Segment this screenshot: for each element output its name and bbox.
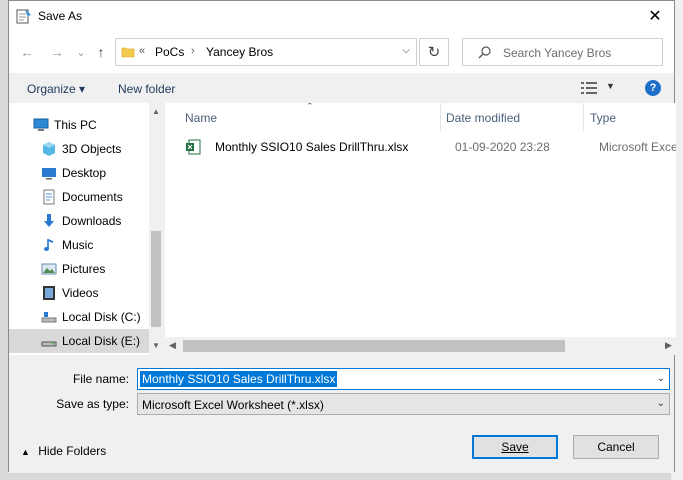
- hide-folders-label: Hide Folders: [38, 444, 107, 458]
- close-button[interactable]: ✕: [636, 1, 674, 31]
- file-row[interactable]: Monthly SSIO10 Sales DrillThru.xlsx 01-0…: [185, 135, 676, 157]
- sidebar-item-videos[interactable]: Videos: [9, 281, 149, 305]
- breadcrumb-separator-icon[interactable]: ›: [191, 45, 195, 57]
- scroll-right-icon[interactable]: ▶: [665, 340, 672, 351]
- save-options-panel: File name: Monthly SSIO10 Sales DrillThr…: [9, 355, 674, 473]
- sidebar-item-label: 3D Objects: [62, 142, 122, 156]
- sidebar-item-label: Documents: [62, 190, 123, 204]
- save-as-app-icon: [16, 9, 31, 24]
- sidebar-item-downloads[interactable]: Downloads: [9, 209, 149, 233]
- close-icon: ✕: [648, 8, 662, 25]
- scrollbar-thumb[interactable]: [183, 340, 565, 352]
- back-arrow-icon[interactable]: ←: [17, 42, 37, 62]
- cancel-button[interactable]: Cancel: [573, 435, 659, 459]
- save-as-type-label: Save as type:: [56, 397, 129, 411]
- file-date-modified: 01-09-2020 23:28: [455, 140, 550, 154]
- title-bar: Save As ✕: [9, 1, 674, 31]
- breadcrumb-yancey-bros[interactable]: Yancey Bros: [206, 45, 273, 59]
- forward-arrow-icon[interactable]: →: [47, 42, 67, 62]
- view-dropdown-icon[interactable]: ▼: [606, 81, 615, 91]
- sidebar-item-local-disk-e[interactable]: Local Disk (E:): [9, 329, 149, 353]
- organize-button[interactable]: Organize ▾: [27, 82, 85, 96]
- save-as-type-dropdown-icon[interactable]: ⌄: [657, 398, 665, 409]
- help-icon[interactable]: ?: [645, 80, 661, 96]
- folder-icon: [121, 47, 135, 58]
- save-as-type-value: Microsoft Excel Worksheet (*.xlsx): [142, 398, 324, 412]
- desktop-icon: [42, 168, 56, 180]
- sidebar-item-pictures[interactable]: Pictures: [9, 257, 149, 281]
- sidebar-item-documents[interactable]: Documents: [9, 185, 149, 209]
- music-icon: [44, 239, 53, 251]
- column-date-modified[interactable]: Date modified: [446, 111, 520, 125]
- column-name[interactable]: Name: [185, 111, 217, 125]
- file-name-dropdown-icon[interactable]: ⌄: [657, 373, 665, 384]
- save-label: Save: [501, 440, 529, 454]
- sidebar-item-local-disk-c[interactable]: Local Disk (C:): [9, 305, 149, 329]
- command-bar: Organize ▾ New folder ▼ ?: [9, 73, 674, 103]
- downloads-icon: [44, 214, 54, 227]
- scroll-up-icon[interactable]: ▲: [149, 107, 163, 116]
- sidebar-item-desktop[interactable]: Desktop: [9, 161, 149, 185]
- new-folder-button[interactable]: New folder: [118, 82, 175, 96]
- sidebar-item-label: Music: [62, 238, 94, 252]
- column-divider[interactable]: [440, 103, 441, 131]
- documents-icon: [43, 189, 55, 205]
- view-options-icon[interactable]: [581, 82, 597, 94]
- sidebar-item-label: Downloads: [62, 214, 122, 228]
- search-icon: [478, 46, 491, 59]
- file-list-pane: ⌃ Name Date modified Type Monthly SSIO10…: [165, 103, 676, 355]
- cancel-label: Cancel: [597, 440, 635, 454]
- chevron-up-icon: ▲: [21, 447, 30, 457]
- breadcrumb-pocs[interactable]: PoCs: [155, 45, 184, 59]
- sidebar-item-label: Desktop: [62, 166, 107, 180]
- address-bar[interactable]: « PoCs › Yancey Bros ⌵: [115, 38, 417, 66]
- scroll-down-icon[interactable]: ▼: [149, 341, 163, 350]
- window-title: Save As: [38, 9, 83, 23]
- sidebar-item-3d-objects[interactable]: 3D Objects: [9, 137, 149, 161]
- videos-icon: [43, 286, 55, 300]
- file-name-value: Monthly SSIO10 Sales DrillThru.xlsx: [140, 371, 338, 387]
- file-name-label: File name:: [72, 372, 129, 386]
- refresh-button[interactable]: ↻: [419, 38, 449, 66]
- hide-folders-button[interactable]: ▲ Hide Folders: [21, 444, 106, 458]
- sort-ascending-icon: ⌃: [306, 103, 314, 111]
- sidebar-item-label: Local Disk (C:): [62, 310, 141, 324]
- navigation-scrollbar[interactable]: ▲ ▼: [149, 103, 163, 355]
- drive-e-icon: [41, 341, 57, 347]
- save-as-dialog: Save As ✕ ← → ⌄ ↑ « PoCs › Yancey Bros ⌵…: [8, 0, 676, 473]
- address-dropdown-icon[interactable]: ⌵: [402, 45, 410, 56]
- 3d-objects-icon: [43, 142, 55, 156]
- search-placeholder: Search Yancey Bros: [503, 46, 612, 60]
- up-arrow-icon[interactable]: ↑: [91, 42, 111, 62]
- sidebar-item-music[interactable]: Music: [9, 233, 149, 257]
- sidebar-item-label: Pictures: [62, 262, 106, 276]
- sidebar-item-this-pc[interactable]: This PC: [9, 113, 149, 137]
- recent-locations-chevron-icon[interactable]: ⌄: [71, 42, 91, 62]
- drive-c-icon: [41, 312, 57, 323]
- sidebar-item-label: Local Disk (E:): [62, 334, 141, 348]
- file-type: Microsoft Excel W: [599, 140, 676, 154]
- sidebar-item-label: This PC: [54, 118, 97, 132]
- column-header-row: ⌃ Name Date modified Type: [165, 103, 676, 131]
- column-type[interactable]: Type: [590, 111, 616, 125]
- navigation-pane: This PC 3D Objects Desktop Documents Dow…: [9, 103, 163, 355]
- file-name: Monthly SSIO10 Sales DrillThru.xlsx: [215, 140, 409, 154]
- save-button[interactable]: Save: [472, 435, 558, 459]
- scrollbar-thumb[interactable]: [151, 231, 161, 327]
- excel-file-icon: [186, 139, 201, 155]
- column-divider[interactable]: [583, 103, 584, 131]
- scroll-left-icon[interactable]: ◀: [169, 340, 176, 351]
- pc-icon: [33, 118, 49, 131]
- pictures-icon: [41, 263, 57, 275]
- file-list-horizontal-scrollbar[interactable]: ◀ ▶: [165, 337, 676, 355]
- save-as-type-select[interactable]: Microsoft Excel Worksheet (*.xlsx) ⌄: [137, 393, 670, 415]
- sidebar-item-label: Videos: [62, 286, 99, 300]
- search-box[interactable]: Search Yancey Bros: [462, 38, 663, 66]
- address-overflow-icon[interactable]: «: [139, 45, 145, 57]
- file-name-input[interactable]: Monthly SSIO10 Sales DrillThru.xlsx ⌄: [137, 368, 670, 390]
- navigation-bar: ← → ⌄ ↑ « PoCs › Yancey Bros ⌵ ↻ Search …: [9, 31, 674, 73]
- refresh-icon: ↻: [427, 44, 441, 61]
